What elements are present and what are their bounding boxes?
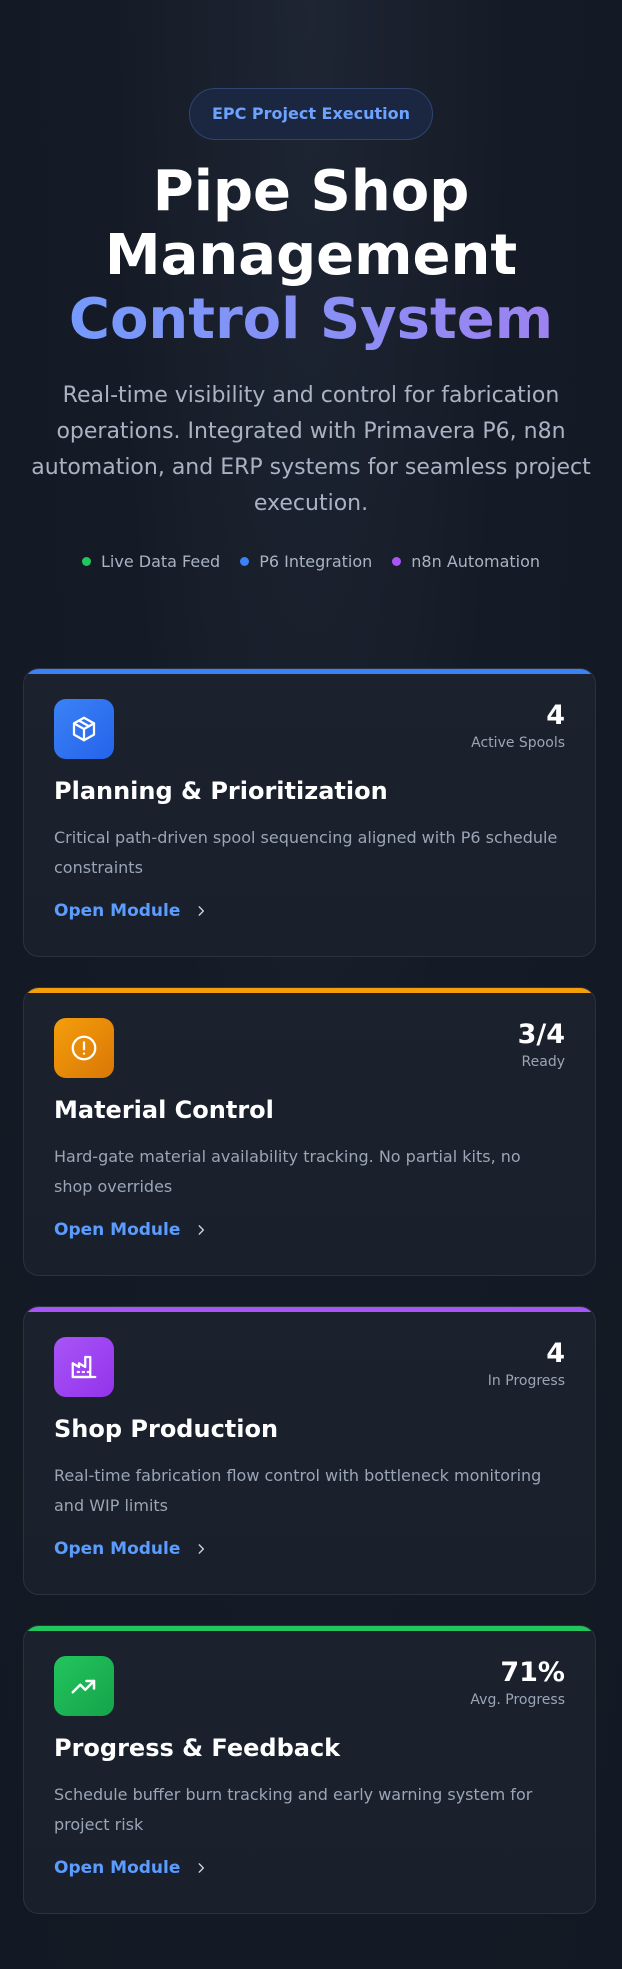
card-accent-bar <box>24 988 595 993</box>
status-dot <box>392 557 402 566</box>
legend-item-n8n: n8n Automation <box>392 552 540 571</box>
module-card-production[interactable]: 4 In Progress Shop Production Real-time … <box>23 1306 596 1595</box>
stat-value: 71% <box>500 1657 565 1688</box>
module-card-progress[interactable]: 71% Avg. Progress Progress & Feedback Sc… <box>23 1625 596 1914</box>
status-dot <box>240 557 250 566</box>
card-description: Hard-gate material availability tracking… <box>54 1147 521 1196</box>
card-accent-bar <box>24 1307 595 1312</box>
page-title: Pipe Shop Management Control System <box>0 160 622 352</box>
chevron-right-icon <box>198 1225 205 1235</box>
module-cards: 4 Active Spools Planning & Prioritizatio… <box>23 668 596 1944</box>
hero-section: EPC Project Execution Pipe Shop Manageme… <box>0 0 622 571</box>
open-module-link[interactable]: Open Module <box>54 1539 208 1559</box>
card-stat: 4 Active Spools <box>471 699 565 759</box>
open-module-label: Open Module <box>54 901 181 921</box>
card-title: Shop Production <box>54 1415 279 1443</box>
card-stat: 4 In Progress <box>488 1337 565 1397</box>
card-description: Critical path-driven spool sequencing al… <box>54 828 558 877</box>
title-line-2: Management <box>104 223 518 288</box>
hero-subtitle: Real-time visibility and control for fab… <box>31 383 591 516</box>
open-module-link[interactable]: Open Module <box>54 1220 208 1240</box>
card-description: Real-time fabrication flow control with … <box>54 1466 542 1515</box>
chevron-right-icon <box>198 1544 205 1554</box>
stat-label: Ready <box>521 1054 565 1070</box>
card-accent-bar <box>24 1626 595 1631</box>
card-title: Progress & Feedback <box>54 1734 341 1762</box>
card-title: Material Control <box>54 1096 274 1124</box>
card-description: Schedule buffer burn tracking and early … <box>54 1785 533 1834</box>
status-dot <box>81 557 91 566</box>
stat-value: 4 <box>546 1338 565 1369</box>
legend-label: P6 Integration <box>259 552 373 571</box>
chevron-right-icon <box>198 906 205 916</box>
stat-value: 4 <box>546 700 565 731</box>
module-card-planning[interactable]: 4 Active Spools Planning & Prioritizatio… <box>23 668 596 957</box>
chevron-right-icon <box>198 1863 205 1873</box>
trending-up-icon <box>54 1656 114 1716</box>
open-module-label: Open Module <box>54 1220 181 1240</box>
title-line-3: Control System <box>0 288 622 352</box>
module-card-material[interactable]: 3/4 Ready Material Control Hard-gate mat… <box>23 987 596 1276</box>
integration-legend: Live Data Feed P6 Integration n8n Automa… <box>0 552 622 571</box>
title-line-1: Pipe Shop <box>152 159 470 224</box>
stat-value: 3/4 <box>517 1019 565 1050</box>
legend-label: Live Data Feed <box>100 552 221 571</box>
project-badge: EPC Project Execution <box>188 88 434 140</box>
card-accent-bar <box>24 669 595 674</box>
card-stat: 71% Avg. Progress <box>470 1656 565 1716</box>
stat-label: In Progress <box>487 1373 565 1389</box>
legend-label: n8n Automation <box>411 552 541 571</box>
open-module-link[interactable]: Open Module <box>54 1858 208 1878</box>
factory-icon <box>54 1337 114 1397</box>
card-stat: 3/4 Ready <box>518 1018 565 1078</box>
stat-label: Active Spools <box>471 735 565 751</box>
open-module-label: Open Module <box>54 1539 181 1559</box>
box-icon <box>54 699 114 759</box>
alert-circle-icon <box>54 1018 114 1078</box>
legend-item-live-data: Live Data Feed <box>81 552 221 571</box>
stat-label: Avg. Progress <box>470 1692 565 1708</box>
open-module-link[interactable]: Open Module <box>54 901 208 921</box>
open-module-label: Open Module <box>54 1858 181 1878</box>
legend-item-p6: P6 Integration <box>240 552 372 571</box>
card-title: Planning & Prioritization <box>54 777 388 805</box>
